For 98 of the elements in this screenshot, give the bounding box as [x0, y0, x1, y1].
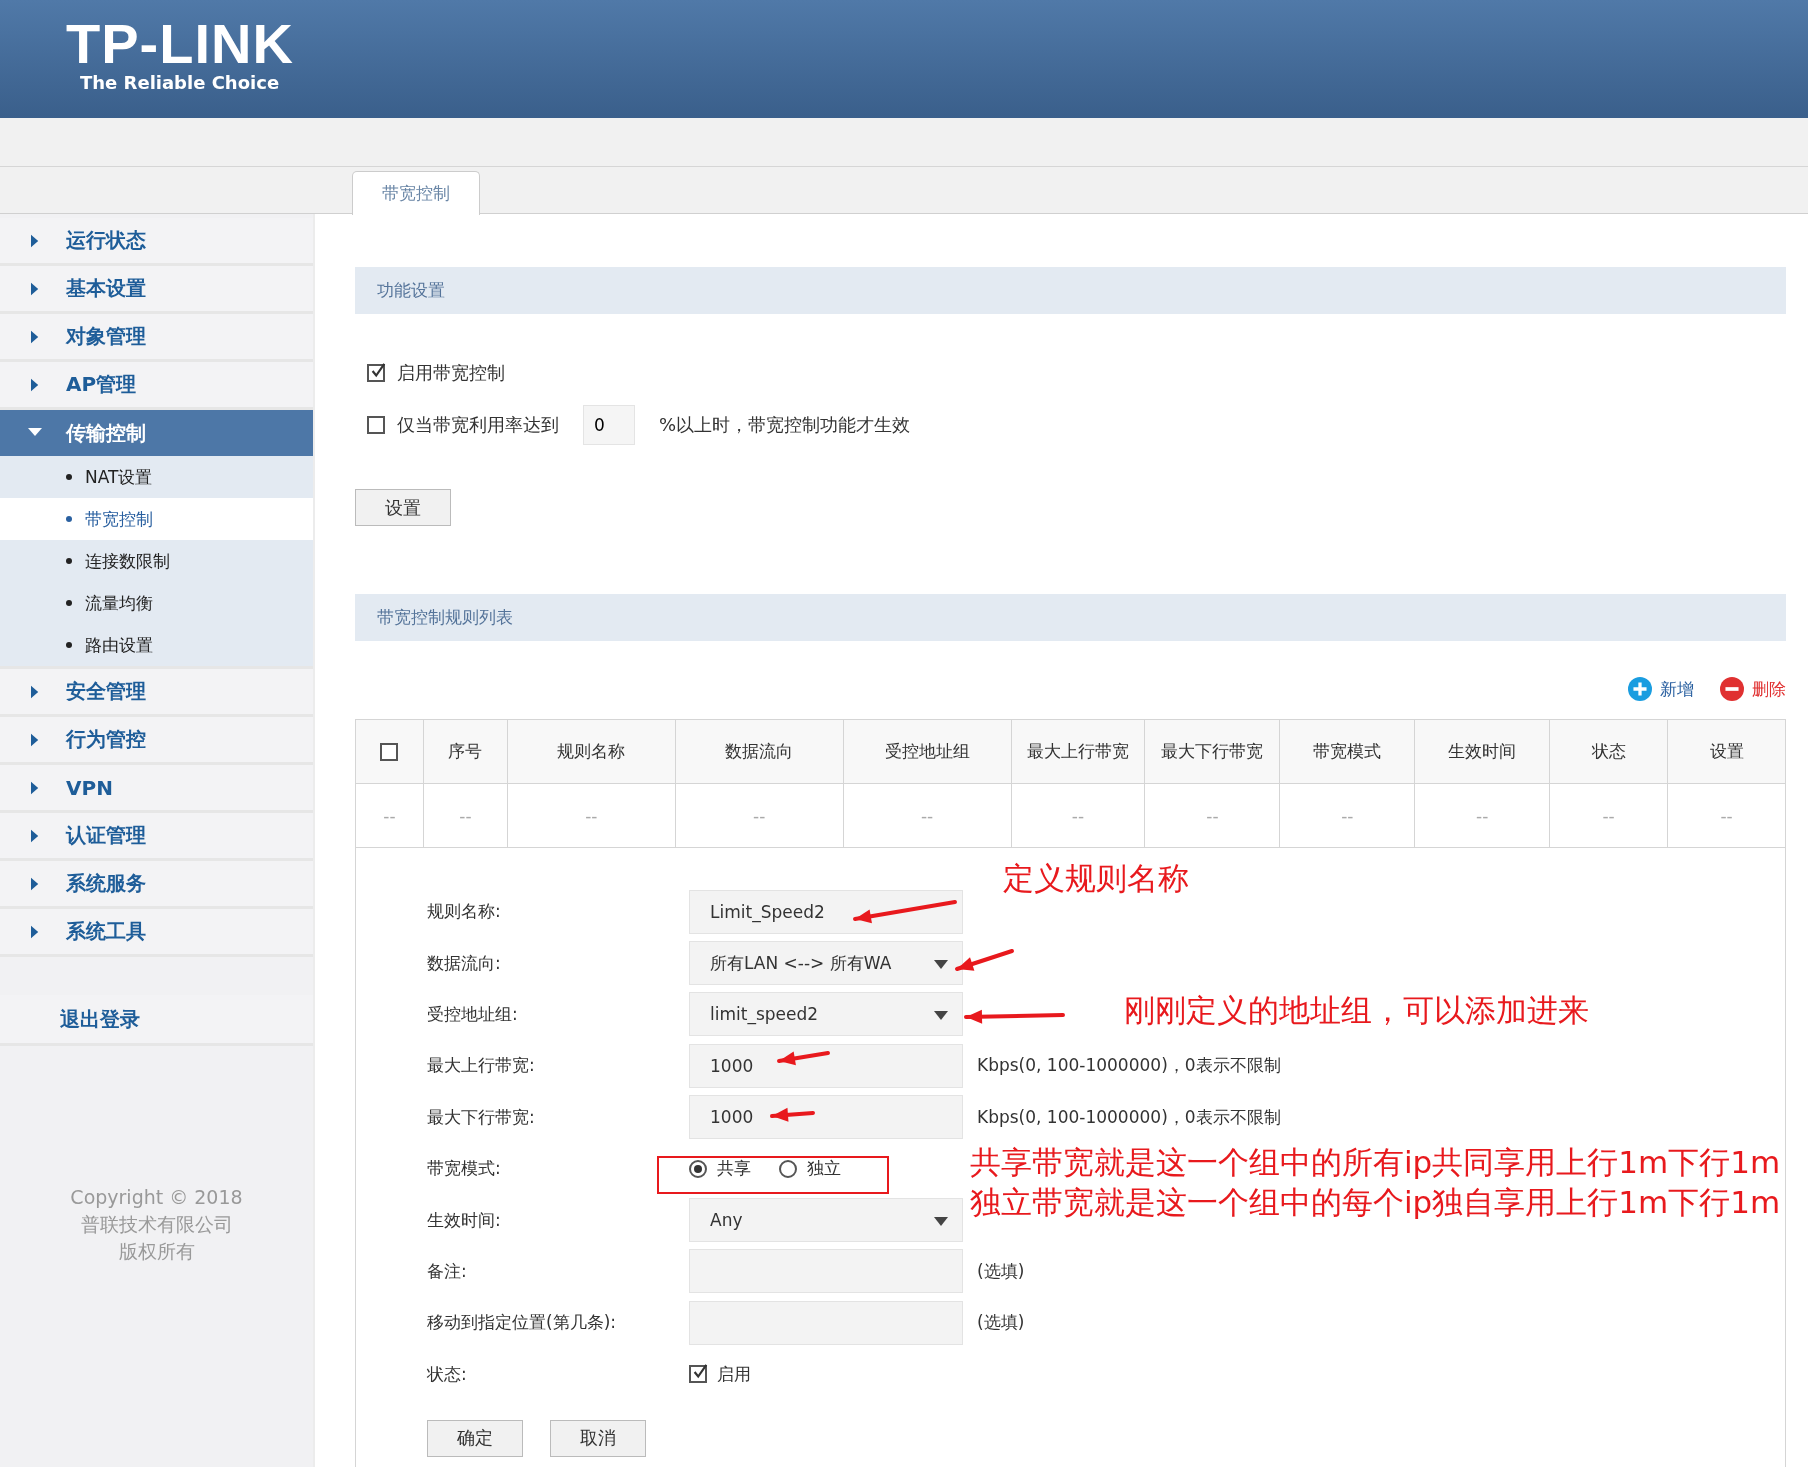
- column-header: 设置: [1667, 720, 1785, 783]
- caret-icon: [934, 1217, 948, 1227]
- caret-icon: [31, 377, 40, 392]
- column-header: 规则名称: [506, 720, 675, 783]
- caret-icon: [31, 684, 40, 699]
- checkbox[interactable]: [689, 1365, 707, 1384]
- column-header: 状态: [1549, 720, 1668, 783]
- copyright-text: Copyright © 2018: [70, 1185, 243, 1210]
- tagline: The Reliable Choice: [80, 71, 280, 93]
- input-field[interactable]: 1000: [689, 1095, 963, 1140]
- column-header: 受控地址组: [842, 720, 1011, 783]
- minus-icon: [1720, 677, 1744, 701]
- field-hint: (选填): [977, 1311, 1025, 1335]
- input-field[interactable]: Limit_Speed2: [689, 889, 963, 934]
- table-cell: --: [674, 784, 843, 847]
- caret-icon: [28, 428, 42, 438]
- nav-subitem[interactable]: 带宽控制: [0, 498, 313, 540]
- caret-icon: [31, 233, 40, 248]
- nav-subitem[interactable]: 连接数限制: [0, 540, 313, 582]
- input-field[interactable]: [689, 1249, 963, 1294]
- caret-icon: [31, 780, 40, 795]
- field-label: 备注:: [427, 1259, 468, 1283]
- radio-label: 共享: [717, 1157, 751, 1181]
- caret-icon: [31, 281, 40, 296]
- table-cell: --: [842, 784, 1011, 847]
- table-cell: --: [1667, 784, 1785, 847]
- field-hint: (选填): [977, 1259, 1025, 1283]
- dropdown[interactable]: Any: [689, 1198, 963, 1243]
- caret-icon: [934, 1011, 948, 1021]
- table-cell: --: [1414, 784, 1550, 847]
- input-field[interactable]: [689, 1300, 963, 1345]
- caret-icon: [31, 828, 40, 843]
- field-label: 状态:: [427, 1362, 468, 1386]
- field-label: 生效时间:: [427, 1208, 502, 1232]
- table-cell: --: [1279, 784, 1415, 847]
- table-cell-text: --: [382, 804, 397, 828]
- table-cell: --: [1010, 784, 1145, 847]
- nav-item[interactable]: 传输控制: [0, 410, 313, 456]
- nav-subitem[interactable]: 路由设置: [0, 624, 313, 666]
- logo: TP-LINK: [66, 15, 294, 72]
- table-cell: --: [422, 784, 507, 847]
- caret-icon: [31, 732, 40, 747]
- column-header: 带宽模式: [1279, 720, 1415, 783]
- table-cell: --: [1144, 784, 1280, 847]
- caret-icon: [31, 924, 40, 939]
- field-label: 最大上行带宽:: [427, 1054, 536, 1078]
- copyright-text: 普联技术有限公司: [80, 1212, 233, 1237]
- field-hint: Kbps(0, 100-1000000)，0表示不限制: [977, 1105, 1281, 1129]
- section-header: 带宽控制规则列表: [355, 594, 1786, 641]
- field-hint: Kbps(0, 100-1000000)，0表示不限制: [977, 1054, 1281, 1078]
- annotation-text: 定义规则名称: [1003, 859, 1189, 898]
- delete-button[interactable]: 删除: [1720, 677, 1786, 701]
- annotation-text: 刚刚定义的地址组，可以添加进来: [1124, 991, 1589, 1030]
- field-label: 数据流向:: [427, 951, 502, 975]
- checkbox-label: 启用带宽控制: [397, 361, 505, 385]
- add-button[interactable]: 新增: [1628, 677, 1694, 701]
- dropdown[interactable]: limit_speed2: [689, 992, 963, 1037]
- checkbox-label: 仅当带宽利用率达到: [397, 413, 559, 437]
- checkbox[interactable]: [367, 364, 385, 382]
- field-label: 移动到指定位置(第几条):: [427, 1311, 617, 1335]
- radio-label: 独立: [807, 1157, 841, 1181]
- nav-subitem[interactable]: NAT设置: [0, 456, 313, 498]
- copyright-text: 版权所有: [118, 1239, 195, 1264]
- field-suffix: %以上时，带宽控制功能才生效: [659, 413, 911, 437]
- annotation-arrow: [770, 1107, 815, 1122]
- input-field[interactable]: 1000: [689, 1043, 963, 1088]
- radio-button[interactable]: [779, 1159, 797, 1178]
- tab[interactable]: 带宽控制: [352, 171, 480, 215]
- field-label: 最大下行带宽:: [427, 1105, 536, 1129]
- nav-subitem[interactable]: 流量均衡: [0, 582, 313, 624]
- column-header: 最大下行带宽: [1144, 720, 1280, 783]
- annotation-arrow: [777, 1051, 830, 1066]
- column-header: 序号: [422, 720, 507, 783]
- table-cell: --: [1549, 784, 1668, 847]
- field-label: 受控地址组:: [427, 1002, 519, 1026]
- section-header: 功能设置: [355, 267, 1786, 314]
- confirm-button[interactable]: 确定: [427, 1419, 523, 1457]
- annotation-text: 共享带宽就是这一个组中的所有ip共同享用上行1m下行1m: [970, 1143, 1781, 1182]
- input-field[interactable]: 0: [583, 405, 635, 445]
- column-header: 生效时间: [1414, 720, 1550, 783]
- checkbox-label: 启用: [717, 1362, 751, 1386]
- caret-icon: [31, 876, 40, 891]
- checkbox[interactable]: [367, 416, 385, 434]
- cancel-button[interactable]: 取消: [550, 1419, 646, 1457]
- checkbox[interactable]: [380, 742, 399, 761]
- table-cell: --: [506, 784, 675, 847]
- caret-icon: [934, 960, 948, 970]
- plus-icon: [1628, 677, 1652, 701]
- column-header: 数据流向: [674, 720, 843, 783]
- column-header: 最大上行带宽: [1010, 720, 1145, 783]
- set-button[interactable]: 设置: [355, 489, 451, 526]
- radio-button[interactable]: [689, 1159, 707, 1178]
- dropdown[interactable]: 所有LAN <--> 所有WA: [689, 941, 963, 986]
- field-label: 带宽模式:: [427, 1157, 502, 1181]
- field-label: 规则名称:: [427, 900, 502, 924]
- annotation-arrow: [955, 949, 1014, 971]
- annotation-text: 独立带宽就是这一个组中的每个ip独自享用上行1m下行1m: [970, 1183, 1781, 1222]
- caret-icon: [31, 329, 40, 344]
